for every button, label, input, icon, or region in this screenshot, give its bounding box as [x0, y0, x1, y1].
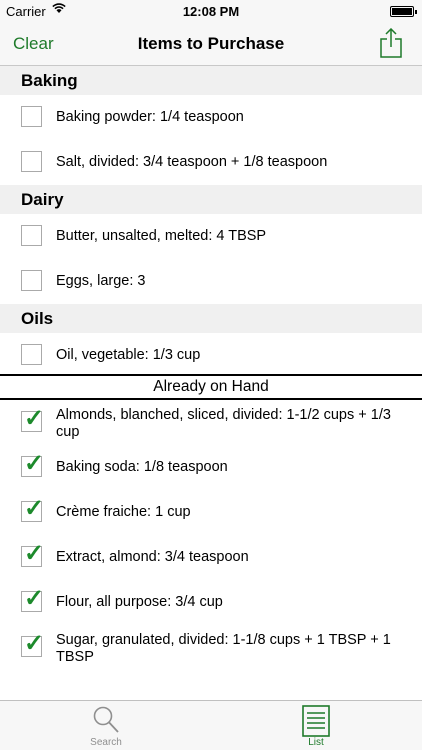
item-label: Sugar, granulated, divided: 1-1/8 cups +…	[56, 632, 391, 665]
checkbox[interactable]: ✓	[21, 495, 44, 522]
checkbox[interactable]: ✓	[21, 540, 44, 567]
section-header-baking: Baking	[0, 66, 422, 95]
item-label: Salt, divided: 3/4 teaspoon + 1/8 teaspo…	[56, 154, 328, 170]
item-label: Flour, all purpose: 3/4 cup	[56, 594, 223, 610]
checkmark-icon: ✓	[24, 630, 45, 657]
tab-search-label: Search	[90, 737, 122, 748]
item-label: Extract, almond: 3/4 teaspoon	[56, 549, 249, 565]
checkbox[interactable]: ✓	[21, 585, 44, 612]
list-item[interactable]: ✓ Almonds, blanched, sliced, divided: 1-…	[0, 400, 422, 445]
item-label: Baking powder: 1/4 teaspoon	[56, 109, 244, 125]
page-title: Items to Purchase	[137, 34, 285, 53]
list-item[interactable]: Butter, unsalted, melted: 4 TBSP	[0, 214, 422, 259]
list-item[interactable]: ✓ Baking soda: 1/8 teaspoon	[0, 445, 422, 490]
shopping-list: Baking Baking powder: 1/4 teaspoon Salt,…	[0, 66, 422, 700]
battery-icon	[390, 6, 417, 17]
list-item[interactable]: Eggs, large: 3	[0, 259, 422, 304]
checkbox[interactable]	[21, 344, 42, 365]
checkmark-icon: ✓	[24, 540, 45, 567]
item-label: Almonds, blanched, sliced, divided: 1-1/…	[56, 407, 391, 440]
checkmark-icon: ✓	[24, 405, 45, 432]
tab-list-label: List	[308, 737, 324, 748]
item-label: Baking soda: 1/8 teaspoon	[56, 459, 228, 475]
checkbox[interactable]: ✓	[21, 405, 44, 432]
checkmark-icon: ✓	[24, 450, 45, 477]
section-header-dairy: Dairy	[0, 185, 422, 214]
share-icon[interactable]	[380, 27, 402, 58]
checkbox[interactable]	[21, 225, 42, 246]
item-label: Butter, unsalted, melted: 4 TBSP	[56, 228, 267, 244]
checkbox[interactable]	[21, 270, 42, 291]
list-item[interactable]: ✓ Sugar, granulated, divided: 1-1/8 cups…	[0, 625, 422, 670]
status-bar: Carrier 12:08 PM	[0, 0, 422, 22]
item-label: Eggs, large: 3	[56, 273, 146, 289]
list-item[interactable]: ✓ Flour, all purpose: 3/4 cup	[0, 580, 422, 625]
checkbox[interactable]: ✓	[21, 450, 44, 477]
list-item[interactable]: ✓ Crème fraiche: 1 cup	[0, 490, 422, 535]
list-item[interactable]: Oil, vegetable: 1/3 cup	[0, 333, 422, 378]
item-label: Crème fraiche: 1 cup	[56, 504, 191, 520]
list-item[interactable]: Salt, divided: 3/4 teaspoon + 1/8 teaspo…	[0, 140, 422, 185]
tab-list[interactable]: List	[276, 701, 356, 750]
tab-bar: Search List	[0, 700, 422, 750]
section-header-oils: Oils	[0, 304, 422, 333]
already-on-hand-header: Already on Hand	[0, 374, 422, 400]
search-icon	[93, 706, 119, 733]
list-item[interactable]: ✓ Extract, almond: 3/4 teaspoon	[0, 535, 422, 580]
list-icon	[302, 705, 330, 737]
list-item[interactable]: Baking powder: 1/4 teaspoon	[0, 95, 422, 140]
checkmark-icon: ✓	[24, 585, 45, 612]
checkmark-icon: ✓	[24, 495, 45, 522]
tab-search[interactable]: Search	[66, 701, 146, 750]
clock-time: 12:08 PM	[182, 4, 240, 19]
checkbox[interactable]: ✓	[21, 630, 44, 657]
checkbox[interactable]	[21, 151, 42, 172]
navigation-bar: Clear Items to Purchase	[0, 22, 422, 66]
item-label: Oil, vegetable: 1/3 cup	[56, 347, 201, 363]
checkbox[interactable]	[21, 106, 42, 127]
